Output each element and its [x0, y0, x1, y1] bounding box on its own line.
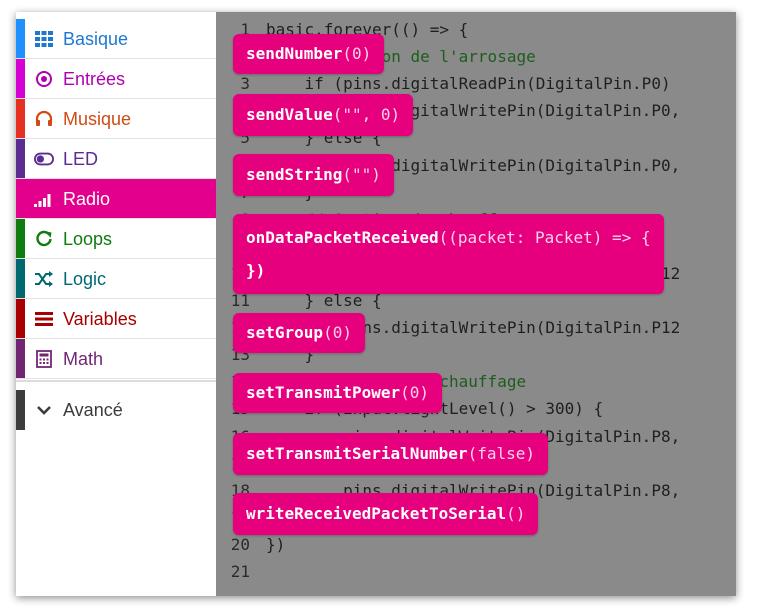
suggestion-sendnumber[interactable]: sendNumber(0) [233, 34, 385, 74]
category-entrees[interactable]: Entrées [16, 59, 216, 99]
category-musique[interactable]: Musique [16, 99, 216, 139]
code-line: }) [266, 535, 286, 554]
category-color-bar [16, 139, 25, 178]
toolbox: Basique Entrées Musique LED Radio Loops … [16, 12, 216, 596]
category-basique[interactable]: Basique [16, 19, 216, 59]
chevron-down-icon [34, 400, 54, 420]
suggestion-setgroup[interactable]: setGroup(0) [233, 313, 365, 353]
line-number: 3 [240, 74, 250, 93]
category-color-bar [16, 179, 25, 218]
code-line: if (pins.digitalReadPin(DigitalPin.P0) [266, 74, 671, 93]
category-math[interactable]: Math [16, 339, 216, 379]
headphones-icon [34, 109, 54, 129]
category-color-bar [16, 19, 25, 58]
category-variables[interactable]: Variables [16, 299, 216, 339]
category-label: Basique [63, 29, 129, 49]
category-label: Loops [63, 229, 113, 249]
category-radio[interactable]: Radio [16, 179, 216, 219]
signal-bars-icon [34, 189, 54, 209]
list-icon [34, 309, 54, 329]
suggestion-writereceivedpackettoserial[interactable]: writeReceivedPacketToSerial() [233, 493, 539, 535]
category-label: LED [63, 149, 99, 169]
suggestion-settransmitserialnumber[interactable]: setTransmitSerialNumber(false) [233, 433, 548, 475]
line-number: 20 [230, 535, 250, 554]
category-label: Avancé [63, 400, 123, 420]
category-label: Entrées [63, 69, 126, 89]
category-label: Variables [63, 309, 137, 329]
category-color-bar [16, 99, 25, 138]
category-label: Logic [63, 269, 107, 289]
refresh-icon [34, 229, 54, 249]
suggestion-sendstring[interactable]: sendString("") [233, 154, 394, 196]
category-color-bar [16, 59, 25, 98]
suggestion-ondatapacketreceived[interactable]: onDataPacketReceived((packet: Packet) =>… [233, 214, 664, 294]
category-color-bar [16, 219, 25, 258]
toolbox-divider [16, 380, 216, 382]
target-icon [34, 69, 54, 89]
shuffle-icon [34, 269, 54, 289]
toggle-icon [34, 149, 54, 169]
category-advanced[interactable]: Avancé [16, 390, 216, 430]
category-color-bar [16, 299, 25, 338]
category-led[interactable]: LED [16, 139, 216, 179]
suggestion-settransmitpower[interactable]: setTransmitPower(0) [233, 373, 443, 413]
category-loops[interactable]: Loops [16, 219, 216, 259]
suggestion-sendvalue[interactable]: sendValue("", 0) [233, 94, 414, 136]
calculator-icon [34, 349, 54, 369]
category-label: Musique [63, 109, 132, 129]
grid-icon [34, 29, 54, 49]
category-color-bar [16, 390, 25, 430]
category-color-bar [16, 339, 25, 378]
category-logic[interactable]: Logic [16, 259, 216, 299]
category-label: Radio [63, 189, 111, 209]
category-color-bar [16, 259, 25, 298]
line-number: 21 [230, 562, 250, 581]
category-label: Math [63, 349, 104, 369]
